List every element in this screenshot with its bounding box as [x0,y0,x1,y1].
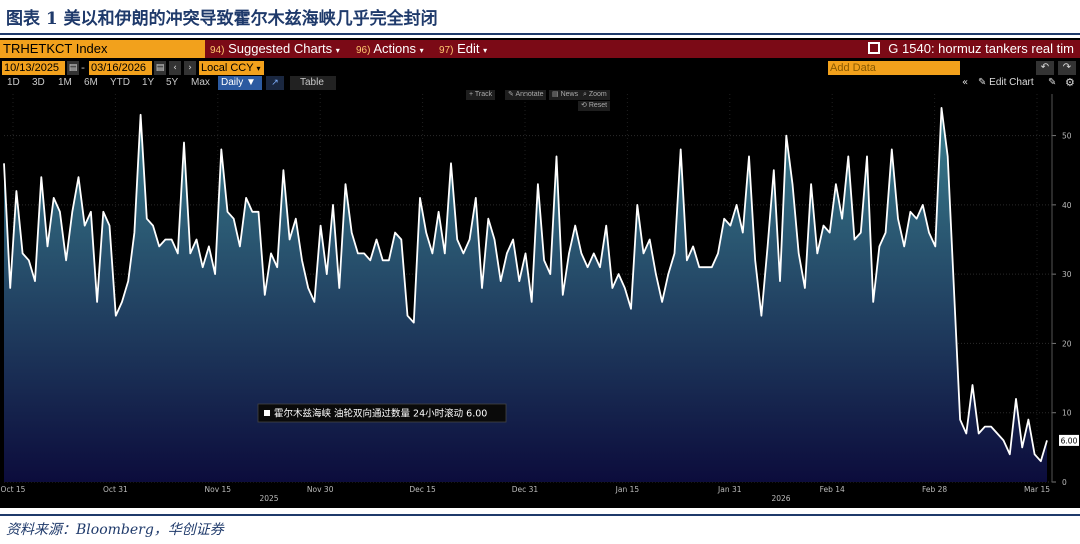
source-note: 资料来源：Bloomberg，华创证券 [6,522,224,538]
y-tick-label: 50 [1062,132,1072,141]
legend-text: 霍尔木兹海峡 油轮双向通过数量 24小时滚动 6.00 [274,408,487,420]
last-value-tag: 6.00 [1059,434,1079,446]
legend-swatch [264,410,270,416]
x-tick-label: Oct 31 [103,485,128,494]
y-tick-label: 40 [1062,201,1072,210]
x-tick-label: Mar 15 [1024,485,1050,494]
legend-box: 霍尔木兹海峡 油轮双向通过数量 24小时滚动 6.00 [257,403,507,423]
x-tick-label: Jan 31 [717,485,742,494]
y-tick-label: 0 [1062,478,1067,487]
x-tick-label: Feb 14 [820,485,845,494]
y-tick-label: 10 [1062,409,1072,418]
x-tick-label: Jan 15 [615,485,640,494]
x-tick-label: Nov 15 [205,485,232,494]
y-tick-label: 30 [1062,270,1072,279]
last-value-text: 6.00 [1061,436,1078,445]
figure-title: 图表 1 美以和伊朗的冲突导致霍尔木兹海峡几乎完全封闭 [6,9,438,29]
year-label: 2025 [259,494,278,503]
x-tick-label: Dec 15 [409,485,436,494]
year-label: 2026 [771,494,790,503]
source-rule [0,514,1080,516]
y-tick-label: 20 [1062,339,1072,348]
x-tick-label: Feb 28 [922,485,947,494]
bloomberg-terminal: TRHETKCT Index 94) Suggested Charts ▾ 96… [0,38,1080,508]
x-tick-label: Oct 15 [1,485,26,494]
title-rule [0,33,1080,35]
tanker-chart: 0 10 20 30 40 50 Oct 15 Oct 31 Nov 15 Nov 30 Dec 1… [1,94,1079,503]
x-tick-label: Dec 31 [512,485,539,494]
x-tick-label: Nov 30 [307,485,334,494]
